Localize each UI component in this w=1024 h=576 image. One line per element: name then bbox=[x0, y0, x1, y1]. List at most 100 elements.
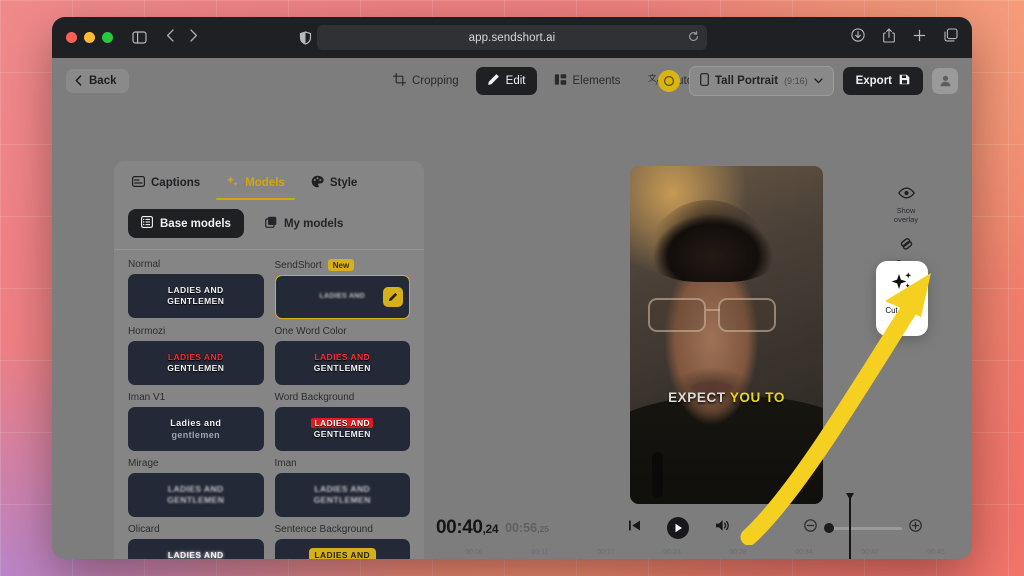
model-preview-line1: LADIES AND bbox=[167, 284, 224, 295]
current-time: 00:40,24 bbox=[436, 517, 499, 539]
play-button[interactable] bbox=[667, 517, 689, 539]
close-window-button[interactable] bbox=[66, 32, 77, 43]
caption-word-2: YOU TO bbox=[729, 390, 785, 405]
model-item-one-word-color[interactable]: One Word Color LADIES AND GENTLEMEN bbox=[274, 326, 410, 385]
timeline-playhead[interactable] bbox=[846, 493, 853, 559]
tab-elements[interactable]: Elements bbox=[543, 67, 632, 95]
cut-silent-parts-tool[interactable]: Cut silent parts bbox=[876, 261, 928, 336]
privacy-shield-icon[interactable] bbox=[299, 30, 312, 45]
reload-icon[interactable] bbox=[688, 30, 699, 45]
back-label: Back bbox=[89, 74, 117, 87]
show-overlay-tool[interactable]: Show overlay bbox=[890, 186, 922, 224]
save-icon bbox=[899, 74, 910, 88]
segment-my-models[interactable]: My models bbox=[252, 209, 356, 238]
total-time-value: 00:56 bbox=[505, 521, 538, 535]
tab-overview-icon[interactable] bbox=[944, 28, 958, 47]
sidebar-toggle-icon[interactable] bbox=[132, 31, 147, 44]
model-preview-card[interactable]: LADIES AND GENTLEMEN bbox=[274, 473, 410, 517]
nav-forward-icon[interactable] bbox=[189, 28, 198, 47]
current-time-frames: ,24 bbox=[482, 522, 499, 536]
model-item-sentence-background[interactable]: Sentence Background LADIES AND GENTLEMEN bbox=[274, 524, 410, 559]
tab-style[interactable]: Style bbox=[311, 175, 357, 200]
model-preview-card[interactable]: LADIES AND GENTLEMEN bbox=[128, 341, 264, 385]
minimize-window-button[interactable] bbox=[84, 32, 95, 43]
window-controls[interactable] bbox=[66, 32, 113, 43]
tab-edit-label: Edit bbox=[505, 74, 526, 87]
timeline: 00:40,24 00:56,25 00:06 00:11 00:17 00:2… bbox=[436, 493, 945, 559]
timeline-zoom-slider[interactable] bbox=[824, 523, 902, 533]
model-name: One Word Color bbox=[274, 326, 347, 337]
list-icon bbox=[141, 216, 153, 231]
timeline-zoom-handle[interactable] bbox=[824, 523, 834, 533]
coin-icon[interactable] bbox=[658, 69, 680, 92]
model-item-hormozi[interactable]: Hormozi LADIES AND GENTLEMEN bbox=[128, 326, 264, 385]
browser-actions[interactable] bbox=[851, 27, 958, 48]
model-grid: Normal LADIES AND GENTLEMEN SendShort Ne… bbox=[128, 259, 410, 559]
captions-icon bbox=[132, 176, 146, 190]
preview-side-tools: Show overlay Zoom bbox=[890, 186, 922, 268]
model-label: Iman V1 bbox=[128, 392, 264, 403]
maximize-window-button[interactable] bbox=[102, 32, 113, 43]
model-preview-card[interactable]: LADIES AND GENTLEMEN bbox=[274, 407, 410, 451]
nav-back-icon[interactable] bbox=[166, 28, 175, 47]
export-button[interactable]: Export bbox=[842, 66, 923, 95]
model-item-mirage[interactable]: Mirage LADIES AND GENTLEMEN bbox=[128, 458, 264, 517]
model-preview-card-selected[interactable]: LADIES AND bbox=[274, 275, 410, 319]
export-label: Export bbox=[855, 74, 892, 87]
zoom-out-icon[interactable] bbox=[804, 519, 817, 537]
model-name: Word Background bbox=[274, 392, 355, 403]
tab-models[interactable]: Models bbox=[216, 175, 295, 200]
model-name: Iman V1 bbox=[128, 392, 166, 403]
ruler-tick: 00:23 bbox=[663, 549, 681, 556]
tab-edit[interactable]: Edit bbox=[475, 66, 537, 95]
model-label: Mirage bbox=[128, 458, 264, 469]
tab-captions[interactable]: Captions bbox=[132, 175, 200, 200]
model-item-normal[interactable]: Normal LADIES AND GENTLEMEN bbox=[128, 259, 264, 319]
chevron-left-icon bbox=[75, 75, 82, 86]
tab-captions-label: Captions bbox=[151, 177, 201, 189]
magnet-icon bbox=[898, 236, 914, 256]
zoom-in-icon[interactable] bbox=[909, 519, 922, 537]
browser-navigation[interactable] bbox=[166, 28, 198, 47]
segment-base-models[interactable]: Base models bbox=[128, 209, 244, 238]
timeline-zoom-controls bbox=[804, 519, 922, 537]
aspect-ratio-sub: (9:16) bbox=[784, 75, 808, 86]
video-preview[interactable]: EXPECT YOU TO bbox=[630, 166, 823, 504]
user-avatar-icon[interactable] bbox=[932, 67, 958, 94]
elements-icon bbox=[554, 73, 567, 89]
model-name: SendShort bbox=[274, 259, 322, 271]
panel-tabs: Captions Models Style bbox=[128, 173, 410, 200]
model-preview-line2: GENTLEMEN bbox=[167, 296, 225, 306]
model-item-word-background[interactable]: Word Background LADIES AND GENTLEMEN bbox=[274, 392, 410, 451]
pencil-icon bbox=[388, 292, 398, 302]
new-tab-icon[interactable] bbox=[913, 29, 926, 47]
model-preview-card[interactable]: LADIES AND GENTLEMEN bbox=[128, 473, 264, 517]
volume-icon[interactable] bbox=[715, 519, 730, 537]
model-preview-card[interactable]: LADIES AND GENTLEMEN bbox=[274, 539, 410, 559]
model-item-olicard[interactable]: Olicard LADIES AND GENTLEMEN bbox=[128, 524, 264, 559]
address-bar[interactable]: app.sendshort.ai bbox=[317, 25, 707, 50]
copy-icon bbox=[265, 216, 277, 231]
model-preview-card[interactable]: LADIES AND GENTLEMEN bbox=[274, 341, 410, 385]
model-item-iman[interactable]: Iman LADIES AND GENTLEMEN bbox=[274, 458, 410, 517]
tab-cropping[interactable]: Cropping bbox=[382, 67, 470, 95]
share-icon[interactable] bbox=[883, 27, 895, 48]
model-label: SendShort New bbox=[275, 259, 411, 271]
skip-to-start-icon[interactable] bbox=[628, 519, 641, 537]
model-preview-card[interactable]: Ladies and gentlemen bbox=[128, 407, 264, 451]
model-preview-line2: GENTLEMEN bbox=[313, 363, 371, 373]
subject-glasses bbox=[646, 298, 786, 332]
model-item-sendshort[interactable]: SendShort New LADIES AND bbox=[274, 259, 411, 319]
model-preview-card[interactable]: LADIES AND GENTLEMEN bbox=[128, 274, 264, 318]
segment-my-models-label: My models bbox=[283, 217, 344, 230]
glasses-lens-left bbox=[648, 298, 706, 332]
crop-icon bbox=[393, 72, 406, 89]
ruler-tick: 00:11 bbox=[531, 549, 549, 556]
aspect-ratio-selector[interactable]: Tall Portrait (9:16) bbox=[689, 65, 834, 96]
tab-cropping-label: Cropping bbox=[412, 74, 459, 87]
model-item-iman-v1[interactable]: Iman V1 Ladies and gentlemen bbox=[128, 392, 264, 451]
download-icon[interactable] bbox=[851, 28, 865, 47]
edit-model-button[interactable] bbox=[383, 287, 403, 307]
model-preview-card[interactable]: LADIES AND GENTLEMEN bbox=[128, 539, 264, 559]
back-button[interactable]: Back bbox=[66, 68, 129, 93]
